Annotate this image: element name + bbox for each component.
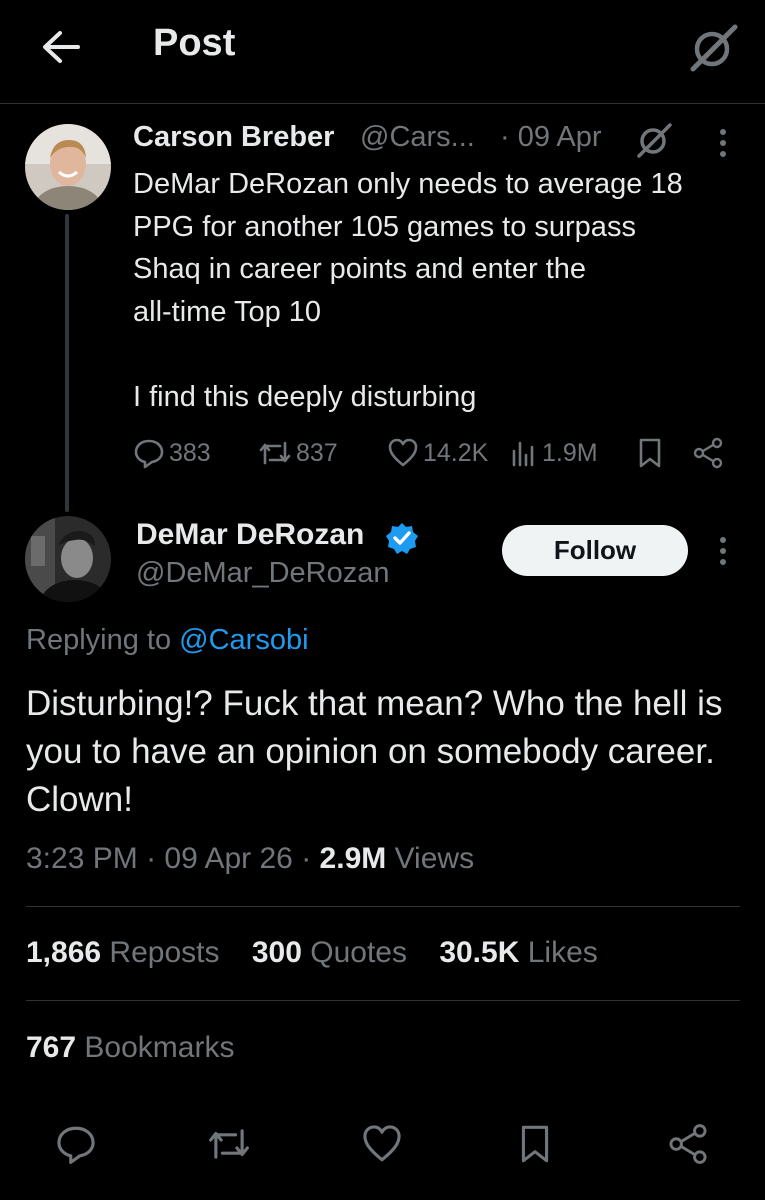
separator-dot: ·	[146, 842, 157, 875]
reply-icon	[57, 1126, 95, 1164]
avatar[interactable]	[25, 516, 111, 602]
views-button[interactable]: 1.9M	[510, 437, 598, 469]
separator-dot: ·	[301, 842, 312, 875]
page-title: Post	[153, 22, 236, 64]
bookmarks-label: Bookmarks	[84, 1031, 235, 1064]
engagement-stats: 1,866 Reposts 300 Quotes 30.5K Likes	[26, 936, 598, 970]
like-count: 14.2K	[423, 438, 489, 467]
tweet-time[interactable]: 3:23 PM	[26, 842, 138, 875]
author-name[interactable]: DeMar DeRozan	[136, 518, 364, 552]
tweet-date[interactable]: 09 Apr 26	[164, 842, 292, 875]
tweet-text-line: PPG for another 105 games to surpass	[133, 210, 636, 243]
tweet-date[interactable]: · 09 Apr	[500, 121, 602, 154]
back-button[interactable]	[38, 26, 84, 68]
reposts-count: 1,866	[26, 936, 102, 969]
verified-badge-icon	[385, 521, 419, 555]
reposts-stat[interactable]: 1,866 Reposts	[26, 936, 228, 969]
reply-count: 383	[169, 438, 211, 467]
more-options-button[interactable]	[705, 530, 741, 570]
quotes-count: 300	[251, 936, 302, 969]
heart-icon	[388, 438, 418, 467]
views-label: Views	[394, 842, 475, 875]
divider	[26, 1000, 740, 1001]
repost-button[interactable]: 837	[258, 437, 338, 469]
tweet-text: Disturbing!? Fuck that mean? Who the hel…	[26, 684, 723, 819]
repost-icon	[259, 441, 291, 465]
likes-count: 30.5K	[439, 936, 520, 969]
tweet-text-line: DeMar DeRozan only needs to average 18	[133, 168, 683, 200]
like-button[interactable]: 14.2K	[387, 437, 488, 469]
bookmarks-stat[interactable]: 767 Bookmarks	[26, 1031, 234, 1065]
likes-label: Likes	[527, 936, 598, 969]
reply-icon	[134, 439, 164, 469]
views-count: 2.9M	[319, 842, 387, 875]
replying-to: Replying to @Carsobi	[26, 624, 309, 657]
share-icon	[669, 1124, 707, 1164]
thread-line	[65, 214, 69, 512]
tweet-text-line: all-time Top 10	[133, 295, 322, 328]
follow-button[interactable]: Follow	[502, 525, 688, 576]
author-handle[interactable]: @Cars...	[360, 121, 475, 154]
tweet-text-line: Shaq in career points and enter the	[133, 253, 587, 285]
reply-button[interactable]	[52, 1120, 100, 1168]
top-bar	[0, 0, 765, 104]
quotes-stat[interactable]: 300 Quotes	[252, 936, 415, 969]
bookmark-button[interactable]	[636, 437, 664, 469]
heart-icon	[363, 1125, 401, 1162]
repost-count: 837	[296, 438, 338, 467]
grok-button[interactable]	[634, 120, 674, 160]
share-icon	[693, 437, 723, 469]
more-vertical-icon	[720, 537, 726, 565]
reposts-label: Reposts	[109, 936, 220, 969]
replying-to-label: Replying to	[26, 624, 172, 656]
views-count: 1.9M	[542, 438, 598, 467]
avatar[interactable]	[25, 124, 111, 210]
arrow-left-icon	[43, 31, 80, 63]
bookmark-icon	[521, 1125, 549, 1163]
grok-button[interactable]	[688, 22, 740, 74]
author-name[interactable]: Carson Breber	[133, 121, 334, 154]
like-button[interactable]	[358, 1120, 406, 1168]
grok-icon	[690, 24, 738, 72]
tweet-text: DeMar DeRozan only needs to average 18 P…	[133, 163, 743, 418]
reply-button[interactable]: 383	[133, 437, 211, 469]
bookmark-button[interactable]	[511, 1120, 559, 1168]
avatar-image	[25, 516, 111, 602]
repost-button[interactable]	[205, 1120, 253, 1168]
grok-icon	[637, 123, 672, 158]
quotes-label: Quotes	[310, 936, 407, 969]
repost-icon	[209, 1129, 249, 1159]
more-options-button[interactable]	[705, 122, 741, 162]
mention-link[interactable]: @Carsobi	[179, 624, 308, 656]
author-handle[interactable]: @DeMar_DeRozan	[136, 557, 389, 590]
analytics-icon	[512, 441, 534, 467]
more-vertical-icon	[720, 129, 726, 157]
tweet-text-line: I find this deeply disturbing	[133, 380, 477, 413]
avatar-image	[25, 124, 111, 210]
divider	[26, 906, 740, 907]
bookmarks-count: 767	[26, 1031, 77, 1064]
likes-stat[interactable]: 30.5K Likes	[439, 936, 597, 969]
bookmark-icon	[639, 438, 661, 468]
share-button[interactable]	[664, 1120, 712, 1168]
tweet-metadata: 3:23 PM · 09 Apr 26 · 2.9M Views	[26, 842, 474, 876]
share-button[interactable]	[692, 437, 724, 469]
